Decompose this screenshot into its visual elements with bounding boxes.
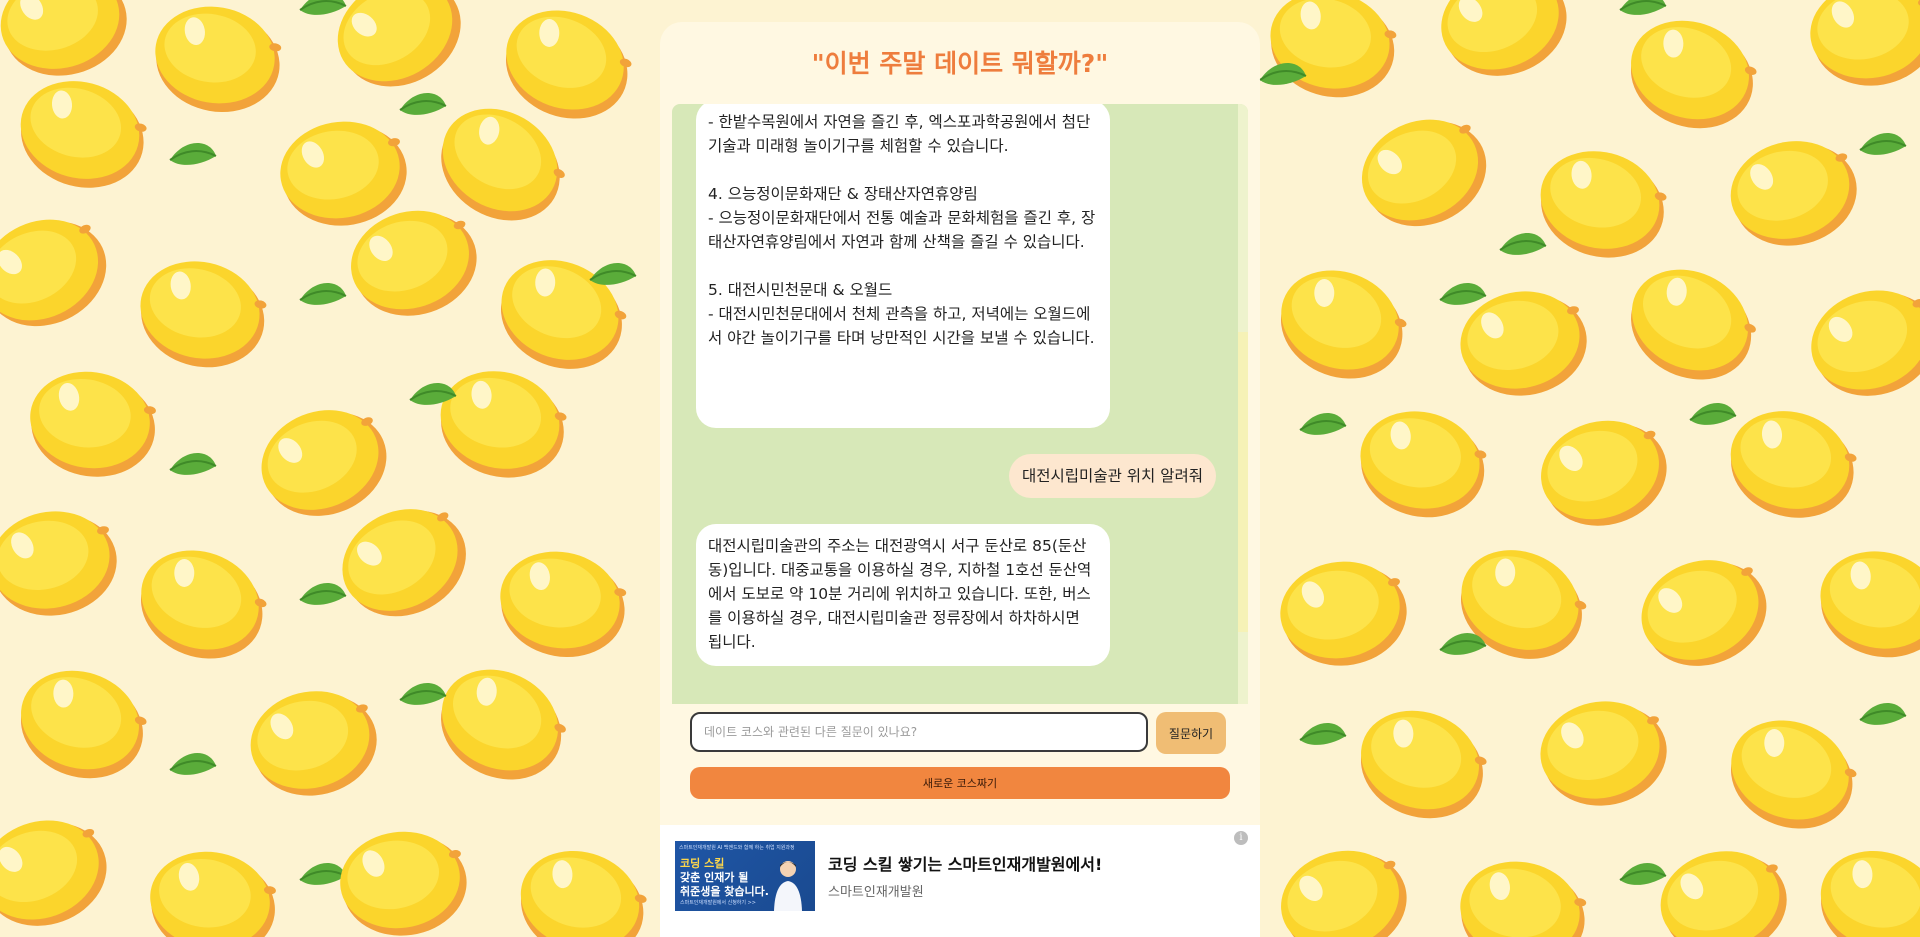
question-input[interactable]	[690, 712, 1148, 752]
ad-image-cta: 스마트인재개발원에서 신청하기 >>	[680, 900, 756, 906]
ad-advertiser[interactable]: 스마트인재개발원	[828, 881, 924, 900]
chat-card: "이번 주말 데이트 뭐할까?" - 한밭수목원에서 자연을 즐긴 후, 엑스포…	[660, 22, 1260, 937]
new-course-button[interactable]: 새로운 코스짜기	[690, 767, 1230, 799]
message-paragraph: - 한밭수목원에서 자연을 즐긴 후, 엑스포과학공원에서 첨단 기술과 미래형…	[708, 113, 1091, 155]
chat-scrollbar-thumb[interactable]	[1238, 332, 1248, 632]
person-illustration-icon	[774, 861, 802, 911]
chat-scrollbar[interactable]	[1238, 104, 1248, 704]
user-message-text: 대전시립미술관 위치 알려줘	[1022, 467, 1203, 485]
message-paragraph: - 으능정이문화재단에서 전통 예술과 문화체험을 즐긴 후, 장태산자연휴양림…	[708, 209, 1096, 251]
user-message: 대전시립미술관 위치 알려줘	[1009, 454, 1216, 498]
ad-headline[interactable]: 코딩 스킬 쌓기는 스마트인재개발원에서!	[828, 851, 1102, 875]
ad-image[interactable]: 스마트인재개발원 AI 백엔드와 함께 하는 취업 지원과정 코딩 스킬 갖춘 …	[675, 841, 815, 911]
message-paragraph: 4. 으능정이문화재단 & 장태산자연휴양림	[708, 185, 978, 203]
message-paragraph: 대전시립미술관의 주소는 대전광역시 서구 둔산로 85(둔산동)입니다. 대중…	[708, 537, 1092, 651]
question-input-row: 질문하기	[690, 712, 1230, 756]
ad-image-line3: 취준생을 찾습니다.	[680, 885, 769, 898]
bot-message: 대전시립미술관의 주소는 대전광역시 서구 둔산로 85(둔산동)입니다. 대중…	[696, 524, 1110, 666]
bot-message: - 한밭수목원에서 자연을 즐긴 후, 엑스포과학공원에서 첨단 기술과 미래형…	[696, 104, 1110, 428]
chat-messages-area[interactable]: - 한밭수목원에서 자연을 즐긴 후, 엑스포과학공원에서 첨단 기술과 미래형…	[672, 104, 1248, 704]
message-paragraph: 5. 대전시민천문대 & 오월드	[708, 281, 893, 299]
info-icon[interactable]: i	[1234, 831, 1248, 845]
message-paragraph: - 대전시민천문대에서 천체 관측을 하고, 저녁에는 오월드에서 야간 놀이기…	[708, 305, 1095, 347]
ad-image-top-text: 스마트인재개발원 AI 백엔드와 함께 하는 취업 지원과정	[679, 845, 795, 851]
ask-button[interactable]: 질문하기	[1156, 712, 1226, 754]
page-title: "이번 주말 데이트 뭐할까?"	[811, 49, 1109, 78]
ad-banner[interactable]: 스마트인재개발원 AI 백엔드와 함께 하는 취업 지원과정 코딩 스킬 갖춘 …	[660, 825, 1260, 937]
